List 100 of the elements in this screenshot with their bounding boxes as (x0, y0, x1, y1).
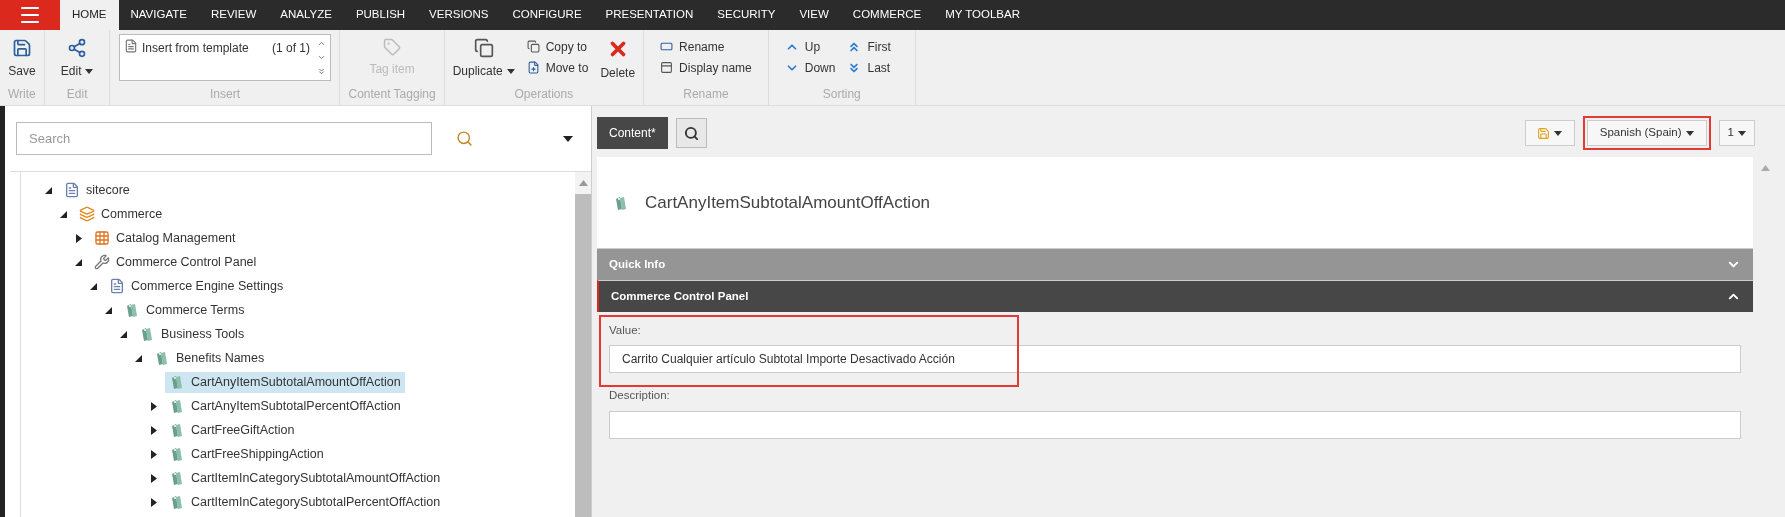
dropdown-arrow-icon[interactable] (563, 135, 573, 142)
save-button[interactable]: Save (8, 34, 36, 80)
menu-tab[interactable]: VIEW (787, 0, 841, 30)
expand-arrow-icon[interactable] (150, 497, 157, 507)
collapse-arrow-icon[interactable] (60, 210, 67, 218)
group-label: Content Tagging (348, 86, 436, 103)
document-icon (109, 278, 125, 294)
tree-item[interactable]: Commerce (75, 203, 167, 225)
last-button[interactable]: Last (847, 59, 891, 76)
caret-icon (1738, 130, 1746, 136)
version-dropdown[interactable]: 1 (1718, 120, 1755, 146)
rename-button[interactable]: Rename (660, 38, 752, 55)
duplicate-button[interactable]: Duplicate (452, 34, 515, 80)
menu-tab[interactable]: HOME (60, 0, 119, 30)
expand-list-icon[interactable] (317, 67, 327, 76)
tag-bundle-icon (169, 470, 185, 486)
menu-tab[interactable]: COMMERCE (840, 0, 934, 30)
collapse-arrow-icon[interactable] (90, 282, 97, 290)
menu-button[interactable] (0, 0, 60, 30)
edit-button[interactable]: Edit (52, 34, 102, 80)
tree-item[interactable]: Commerce Control Panel (90, 251, 261, 273)
menu-tab[interactable]: NAVIGATE (118, 0, 199, 30)
down-button[interactable]: Down (784, 59, 836, 76)
insert-list[interactable]: Insert from template (1 of 1) (118, 34, 331, 81)
tag-bundle-icon (139, 326, 155, 342)
caret-icon (85, 68, 94, 74)
tag-bundle-icon (169, 446, 185, 462)
rectangle-icon (660, 40, 674, 53)
search-field[interactable]: Search (16, 122, 432, 155)
tree-item[interactable]: CartAnyItemSubtotalPercentOffAction (165, 395, 405, 417)
menu-tab[interactable]: CONFIGURE (500, 0, 594, 30)
tree-item[interactable]: CartFreeShippingAction (165, 443, 328, 465)
menu-tab[interactable]: VERSIONS (417, 0, 501, 30)
scroll-up-icon[interactable] (317, 39, 327, 48)
scroll-up-icon[interactable] (578, 180, 588, 186)
grid-icon (94, 230, 110, 246)
tree-item[interactable]: CartItemInCategorySubtotalAmountOffAction (165, 467, 445, 489)
display-name-button[interactable]: Display name (660, 59, 752, 76)
collapse-arrow-icon[interactable] (45, 186, 52, 194)
save-icon (11, 38, 32, 58)
tag-bundle-icon (169, 374, 185, 390)
tag-bundle-icon (169, 422, 185, 438)
tree-item[interactable]: CartAnyItemSubtotalAmountOffAction (165, 371, 405, 393)
item-title: CartAnyItemSubtotalAmountOffAction (645, 191, 931, 214)
caret-icon (1685, 130, 1694, 136)
layers-icon (79, 206, 95, 222)
tree-item[interactable]: Benefits Names (150, 347, 269, 369)
tag-bundle-icon (169, 398, 185, 414)
collapse-arrow-icon[interactable] (135, 354, 142, 362)
scroll-down-icon[interactable] (317, 53, 327, 62)
save-icon (1537, 126, 1551, 140)
copy-to-button[interactable]: Copy to (526, 38, 589, 55)
expand-arrow-icon[interactable] (150, 449, 157, 459)
collapse-arrow-icon[interactable] (120, 330, 127, 338)
text-field[interactable]: Carrito Cualquier artículo Subtotal Importe Desactivado Acción (609, 345, 1741, 374)
menu-tab[interactable]: REVIEW (198, 0, 269, 30)
expand-arrow-icon[interactable] (150, 425, 157, 435)
section-header[interactable]: Commerce Control Panel (597, 280, 1753, 312)
move-to-button[interactable]: Move to (526, 59, 589, 76)
first-button[interactable]: First (847, 38, 891, 55)
collapse-arrow-icon[interactable] (75, 258, 82, 266)
tree-item[interactable]: sitecore (60, 179, 134, 201)
expand-arrow-icon[interactable] (75, 233, 82, 243)
tag-bundle-icon (169, 494, 185, 510)
option-count: (1 of 1) (271, 40, 310, 57)
file-plus-icon (526, 61, 540, 74)
share-icon (67, 38, 88, 58)
expand-arrow-icon[interactable] (150, 473, 157, 483)
search-button[interactable] (675, 118, 707, 148)
search-icon[interactable] (456, 130, 473, 147)
insert-option[interactable]: Insert from template (141, 39, 249, 57)
tag-icon (383, 38, 402, 56)
group-label: Operations (514, 86, 574, 103)
collapse-arrow-icon[interactable] (105, 306, 112, 314)
delete-button[interactable]: Delete (600, 34, 636, 82)
tag-bundle-icon (124, 302, 140, 318)
field-label: Description: (609, 388, 671, 404)
text-field[interactable] (609, 410, 1741, 439)
expand-arrow-icon[interactable] (150, 401, 157, 411)
up-button[interactable]: Up (784, 38, 836, 55)
tree-item[interactable]: Commerce Terms (120, 299, 249, 321)
menu-tab[interactable]: MY TOOLBAR (933, 0, 1032, 30)
tag-bundle-icon (154, 350, 170, 366)
group-label: Sorting (822, 86, 861, 103)
tree-item[interactable]: Commerce Engine Settings (105, 275, 288, 297)
group-label: Edit (66, 86, 88, 103)
group-label: Rename (683, 86, 729, 103)
tree-item[interactable]: CartItemInCategorySubtotalPercentOffAction (165, 491, 445, 513)
field-label: Value: (609, 323, 642, 338)
menu-tab[interactable]: PUBLISH (343, 0, 418, 30)
editor-tab[interactable]: Content* (597, 117, 668, 149)
menu-tab[interactable]: PRESENTATION (593, 0, 706, 30)
tree-item[interactable]: Business Tools (135, 323, 249, 345)
caret-icon (1554, 130, 1563, 136)
copy-icon (473, 38, 494, 58)
menu-tab[interactable]: ANALYZE (268, 0, 344, 30)
language-dropdown[interactable]: Spanish (Spain) (1586, 120, 1707, 146)
tree-item[interactable]: Catalog Management (90, 227, 240, 249)
tree-item[interactable]: CartFreeGiftAction (165, 419, 299, 441)
menu-tab[interactable]: SECURITY (705, 0, 788, 30)
